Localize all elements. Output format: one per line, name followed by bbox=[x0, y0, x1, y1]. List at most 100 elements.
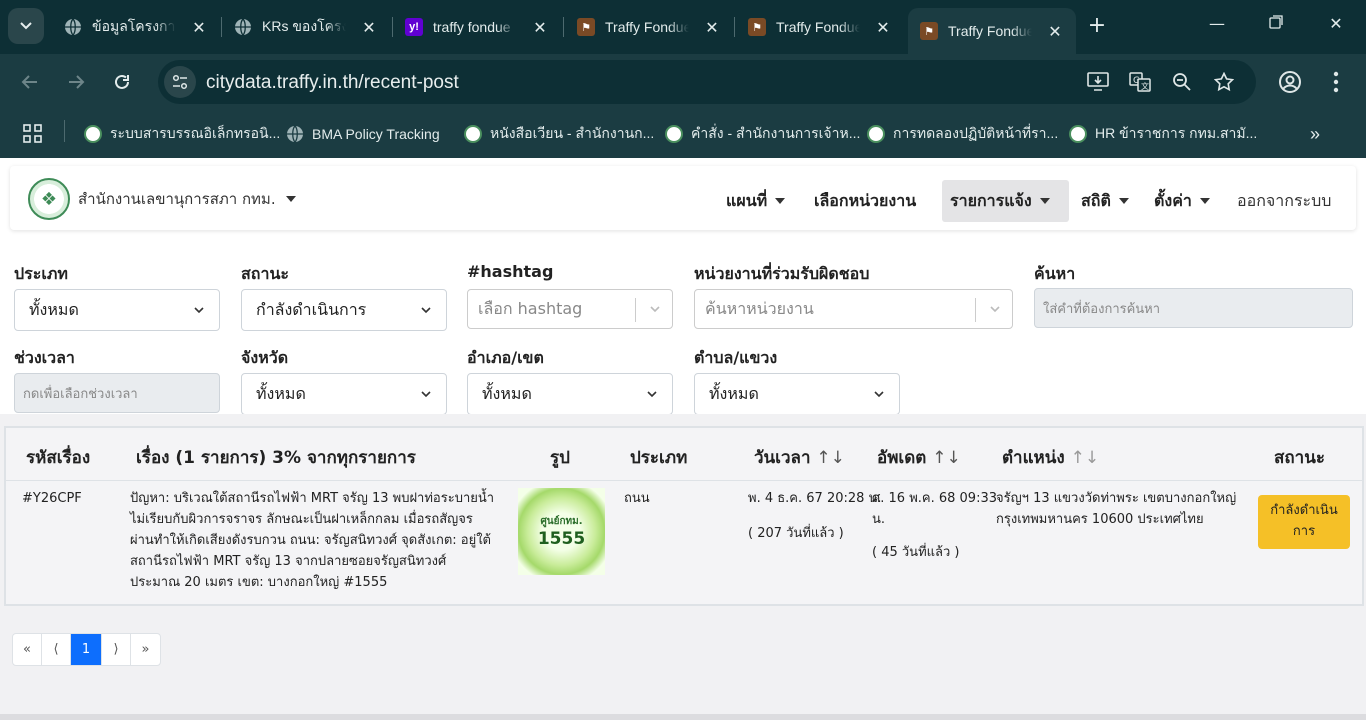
horizontal-scrollbar[interactable] bbox=[0, 714, 1366, 720]
install-app-icon[interactable] bbox=[1086, 71, 1110, 93]
sort-icon[interactable]: ↑↓ bbox=[1071, 448, 1100, 468]
page-prev-button[interactable]: ⟨ bbox=[42, 634, 71, 665]
bookmark-item[interactable]: BMA Policy Tracking bbox=[286, 122, 440, 146]
col-header-location[interactable]: ตำแหน่ง ↑↓ bbox=[1002, 444, 1099, 471]
bookmark-label: HR ข้าราชการ กทม.สามั... bbox=[1095, 125, 1258, 141]
period-placeholder: กดเพื่อเลือกช่วงเวลา bbox=[23, 386, 138, 402]
chevron-down-icon bbox=[650, 306, 660, 313]
bookmark-item[interactable]: หนังสือเวียน - สำนักงานก... bbox=[464, 122, 654, 146]
filter-district-select[interactable]: ทั้งหมด bbox=[467, 373, 673, 415]
new-tab-button[interactable]: + bbox=[1084, 14, 1110, 40]
back-arrow-icon[interactable] bbox=[14, 66, 46, 98]
col-header-type: ประเภท bbox=[630, 448, 688, 468]
tab-separator bbox=[563, 17, 564, 37]
datetime-ago: ( 207 วันที่แล้ว ) bbox=[748, 526, 844, 541]
apps-grid-icon[interactable] bbox=[22, 122, 44, 146]
filter-status-label: สถานะ bbox=[241, 264, 289, 283]
site-settings-icon[interactable] bbox=[164, 66, 196, 98]
menu-logout[interactable]: ออกจากระบบ bbox=[1229, 180, 1339, 222]
period-input[interactable]: กดเพื่อเลือกช่วงเวลา bbox=[14, 373, 220, 413]
more-menu-icon[interactable] bbox=[1322, 68, 1350, 96]
browser-tab[interactable]: y! traffy fondue ✕ bbox=[393, 7, 561, 47]
tab-strip: ข้อมูลโครงการ ✕ KRs ของโครงการ ✕ y! traf… bbox=[0, 0, 1366, 54]
menu-settings-label: ตั้งค่า bbox=[1154, 190, 1192, 210]
bookmark-item[interactable]: การทดลองปฏิบัติหน้าที่รา... bbox=[867, 122, 1058, 146]
tab-separator bbox=[734, 17, 735, 37]
datetime-value: พ. 4 ธ.ค. 67 20:28 น. bbox=[748, 491, 882, 506]
bookmark-item[interactable]: ระบบสารบรรณอิเล็กทรอนิ... bbox=[84, 122, 280, 146]
tab-search-button[interactable] bbox=[8, 8, 44, 44]
row-location: จรัญฯ 13 แขวงวัดท่าพระ เขตบางกอกใหญ่ กรุ… bbox=[996, 488, 1246, 530]
chevron-down-icon bbox=[421, 307, 431, 314]
browser-tab-active[interactable]: ⚑ Traffy Fondue ✕ bbox=[908, 8, 1076, 54]
tab-title: Traffy Fondue bbox=[948, 23, 1032, 39]
bookmark-star-icon[interactable] bbox=[1212, 71, 1236, 93]
bookmark-item[interactable]: คำสั่ง - สำนักงานการเจ้าห... bbox=[665, 122, 860, 146]
more-bookmarks-icon[interactable]: » bbox=[1310, 122, 1320, 146]
col-header-datetime[interactable]: วันเวลา ↑↓ bbox=[754, 444, 845, 471]
close-tab-icon[interactable]: ✕ bbox=[531, 18, 549, 37]
zoom-out-icon[interactable] bbox=[1170, 71, 1194, 93]
restore-icon[interactable] bbox=[1263, 14, 1289, 33]
close-tab-icon[interactable]: ✕ bbox=[1046, 22, 1064, 41]
sort-icon[interactable]: ↑↓ bbox=[816, 448, 845, 468]
menu-select-unit[interactable]: เลือกหน่วยงาน bbox=[806, 180, 924, 222]
menu-stats[interactable]: สถิติ bbox=[1073, 180, 1137, 222]
close-tab-icon[interactable]: ✕ bbox=[360, 18, 378, 37]
translate-icon[interactable]: G文 bbox=[1128, 71, 1152, 93]
col-header-subject: เรื่อง (1 รายการ) 3% จากทุกรายการ bbox=[136, 448, 416, 468]
bma-logo[interactable]: ❖ bbox=[28, 178, 70, 220]
bma-seal-icon bbox=[84, 125, 102, 143]
profile-icon[interactable] bbox=[1276, 68, 1304, 96]
menu-map[interactable]: แผนที่ bbox=[718, 180, 793, 222]
fondue-icon: ⚑ bbox=[748, 18, 766, 36]
page-last-button[interactable]: » bbox=[131, 634, 160, 665]
status-line: กำลังดำเนิน bbox=[1270, 503, 1338, 518]
filter-unit-select[interactable]: ค้นหาหน่วยงาน bbox=[694, 289, 1013, 329]
thumbnail-text: ศูนย์กทม. bbox=[540, 516, 583, 527]
filter-province-select[interactable]: ทั้งหมด bbox=[241, 373, 447, 415]
filter-district-label: อำเภอ/เขต bbox=[467, 348, 544, 367]
updated-value-suffix: น. bbox=[872, 512, 886, 527]
browser-tab[interactable]: ⚑ Traffy Fondue ✕ bbox=[736, 7, 904, 47]
reload-icon[interactable] bbox=[106, 66, 138, 98]
close-window-icon[interactable]: ✕ bbox=[1323, 14, 1349, 33]
filter-district-value: ทั้งหมด bbox=[482, 383, 532, 403]
address-bar[interactable]: citydata.traffy.in.th/recent-post G文 bbox=[158, 60, 1256, 104]
filter-type-select[interactable]: ทั้งหมด bbox=[14, 289, 220, 331]
bma-seal-icon bbox=[665, 125, 683, 143]
page-first-button[interactable]: « bbox=[13, 634, 42, 665]
filter-province-label: จังหวัด bbox=[241, 348, 289, 367]
filter-hashtag-select[interactable]: เลือก hashtag bbox=[467, 289, 673, 329]
filter-status-select[interactable]: กำลังดำเนินการ bbox=[241, 289, 447, 331]
close-tab-icon[interactable]: ✕ bbox=[703, 18, 721, 37]
menu-reports[interactable]: รายการแจ้ง bbox=[942, 180, 1069, 222]
browser-tab[interactable]: KRs ของโครงการ ✕ bbox=[222, 7, 390, 47]
status-badge[interactable]: กำลังดำเนิน การ bbox=[1258, 495, 1350, 549]
location-line: จรัญฯ 13 แขวงวัดท่าพระ เขตบางกอกใหญ่ bbox=[996, 491, 1237, 506]
forward-arrow-icon[interactable] bbox=[60, 66, 92, 98]
filter-subdistrict-select[interactable]: ทั้งหมด bbox=[694, 373, 900, 415]
page-current-button[interactable]: 1 bbox=[71, 634, 102, 665]
url-text[interactable]: citydata.traffy.in.th/recent-post bbox=[206, 72, 459, 94]
minimize-icon[interactable]: — bbox=[1204, 14, 1230, 33]
caret-down-icon bbox=[1118, 198, 1129, 204]
row-id[interactable]: #Y26CPF bbox=[22, 488, 82, 509]
col-header-updated[interactable]: อัพเดต ↑↓ bbox=[877, 444, 961, 471]
search-input[interactable]: ใส่คำที่ต้องการค้นหา bbox=[1034, 288, 1353, 328]
results-area: รหัสเรื่อง เรื่อง (1 รายการ) 3% จากทุกรา… bbox=[0, 414, 1366, 720]
menu-settings[interactable]: ตั้งค่า bbox=[1146, 180, 1218, 222]
browser-tab[interactable]: ข้อมูลโครงการ ✕ bbox=[52, 7, 220, 47]
page-next-button[interactable]: ⟩ bbox=[102, 634, 131, 665]
browser-tab[interactable]: ⚑ Traffy Fondue ✕ bbox=[565, 7, 733, 47]
brand-dropdown[interactable]: สำนักงานเลขานุการสภา กทม. bbox=[78, 187, 296, 211]
close-tab-icon[interactable]: ✕ bbox=[874, 18, 892, 37]
sort-icon[interactable]: ↑↓ bbox=[932, 448, 961, 468]
col-header-location-label: ตำแหน่ง bbox=[1002, 448, 1065, 468]
row-subject[interactable]: ปัญหา: บริเวณใต้สถานีรถไฟฟ้า MRT จรัญ 13… bbox=[130, 488, 506, 593]
close-tab-icon[interactable]: ✕ bbox=[190, 18, 208, 37]
subject-line: ผ่านทำให้เกิดเสียงดังรบกวน ถนน: จรัญสนิท… bbox=[130, 533, 491, 548]
brand-name: สำนักงานเลขานุการสภา กทม. bbox=[78, 190, 276, 208]
bookmark-item[interactable]: HR ข้าราชการ กทม.สามั... bbox=[1069, 122, 1257, 146]
report-thumbnail[interactable]: ศูนย์กทม. 1555 bbox=[518, 488, 605, 575]
